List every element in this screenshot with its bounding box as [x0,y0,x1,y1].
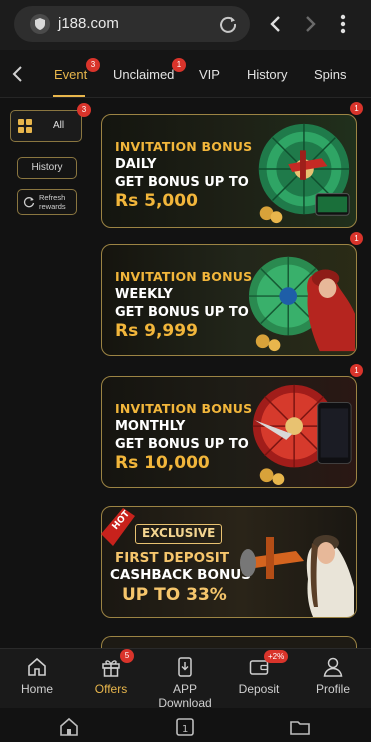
banner-subtitle: GET BONUS UP TO [115,175,249,190]
grid-icon [18,119,32,133]
nav-profile[interactable]: Profile [296,649,370,709]
banner-title: INVITATION BONUS [115,139,253,154]
exclusive-tag: EXCLUSIVE [135,524,223,544]
tab-spins[interactable]: Spins [314,67,347,82]
back-arrow-icon[interactable] [264,12,288,36]
refresh-rewards-label: Refresh rewards [39,193,66,211]
browser-folder-icon[interactable] [289,716,311,738]
banner-amount: Rs 5,000 [115,191,198,211]
monthly-invitation-banner[interactable]: INVITATION BONUS MONTHLY GET BONUS UP TO… [101,376,357,488]
nav-offers-label: Offers [94,682,128,696]
reload-icon[interactable] [218,14,238,34]
filter-all-badge: 3 [77,103,91,117]
bottom-navigation: Home Offers 5 APP Download Deposit +2% P… [0,648,371,710]
promo-line-percent: UP TO 33% [122,585,227,605]
profile-icon [323,657,343,677]
nav-offers-badge: 5 [120,649,134,663]
history-button[interactable]: History [17,157,77,179]
browser-toolbar: j188.com [0,0,371,50]
plane-pilot-illustration [240,535,354,617]
nav-deposit[interactable]: Deposit +2% [222,649,296,709]
refresh-rewards-button[interactable]: Refresh rewards [17,189,77,215]
tab-history[interactable]: History [247,67,287,82]
tab-unclaimed-badge: 1 [172,58,186,72]
offer-tabs: Event 3 Unclaimed 1 VIP History Spins [0,50,371,98]
filter-all-button[interactable]: All [10,110,82,142]
spin-wheel-multiplier-illustration [252,384,352,486]
banner-period: DAILY [115,157,157,172]
forward-arrow-icon[interactable] [298,12,322,36]
phone-download-icon [178,657,192,677]
active-tab-indicator [53,95,85,97]
nav-profile-label: Profile [315,682,350,696]
nav-app-download[interactable]: APP Download [148,649,222,710]
address-bar[interactable]: j188.com [14,6,250,42]
banner-subtitle: GET BONUS UP TO [115,437,249,452]
browser-tabs-icon[interactable]: 1 [174,716,196,738]
nav-deposit-badge: +2% [264,650,289,663]
banner-badge: 1 [350,232,363,245]
tab-unclaimed[interactable]: Unclaimed [113,67,174,82]
banner-badge: 1 [350,364,363,377]
banner-period: WEEKLY [115,287,173,302]
banner-period: MONTHLY [115,419,186,434]
banner-amount: Rs 10,000 [115,453,210,473]
filter-all-label: All [53,120,65,131]
tab-vip[interactable]: VIP [199,67,220,82]
browser-bottom-bar: 1 [0,708,371,742]
banner-title: INVITATION BONUS [115,269,253,284]
promo-line-deposit: FIRST DEPOSIT [115,550,230,566]
url-text: j188.com [58,15,119,32]
nav-offers[interactable]: Offers 5 [74,649,148,709]
weekly-invitation-banner[interactable]: INVITATION BONUS WEEKLY GET BONUS UP TO … [101,244,357,356]
tab-event-badge: 3 [86,58,100,72]
nav-home-label: Home [20,682,53,696]
site-info-icon[interactable] [30,14,50,34]
svg-text:1: 1 [182,724,188,735]
banner-amount: Rs 9,999 [115,321,198,341]
more-vert-icon[interactable] [331,12,355,36]
back-chevron-icon[interactable] [8,63,28,85]
banner-subtitle: GET BONUS UP TO [115,305,249,320]
refresh-icon [23,197,35,208]
home-icon [28,657,46,676]
nav-home[interactable]: Home [0,649,74,709]
banner-badge: 1 [350,102,363,115]
tab-event[interactable]: Event [54,67,87,82]
nav-deposit-label: Deposit [238,682,280,696]
banner-title: INVITATION BONUS [115,401,253,416]
spin-wheel-plane-illustration [258,123,350,224]
gift-icon [102,660,120,677]
spin-wheel-pilot-illustration [248,256,356,352]
nav-app-download-label: APP Download [158,682,212,710]
daily-invitation-banner[interactable]: INVITATION BONUS DAILY GET BONUS UP TO R… [101,114,357,228]
hot-ribbon-badge: HOT [101,508,135,546]
browser-home-icon[interactable] [58,716,80,738]
